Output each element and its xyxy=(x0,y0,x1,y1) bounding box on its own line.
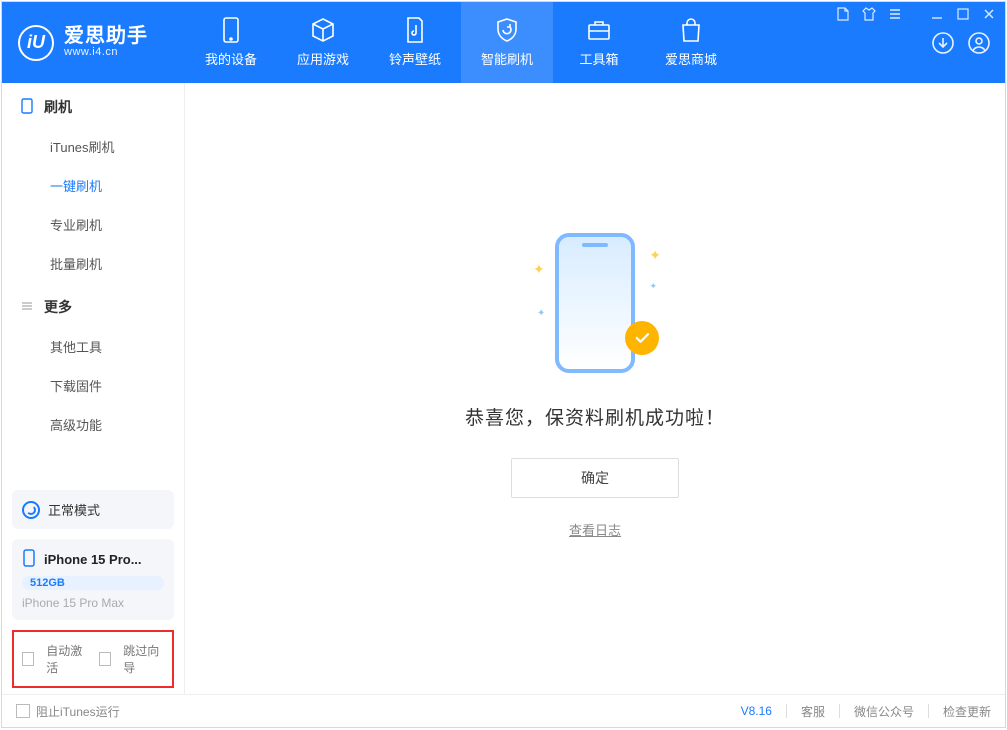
app-name: 爱思助手 xyxy=(64,26,148,47)
device-full-name: iPhone 15 Pro Max xyxy=(22,596,164,610)
main-content: ✦ ✦ ✦ ✦ 恭喜您，保资料刷机成功啦！ 确定 查看日志 xyxy=(185,83,1005,694)
nav-label: 应用游戏 xyxy=(297,49,349,68)
menu-icon[interactable] xyxy=(887,6,903,22)
sparkle-icon: ✦ xyxy=(533,261,545,278)
group-title: 刷机 xyxy=(44,97,72,117)
logo[interactable]: iU 爱思助手 www.i4.cn xyxy=(2,2,185,83)
music-file-icon xyxy=(402,17,428,43)
device-mode[interactable]: 正常模式 xyxy=(12,490,174,529)
sidebar-group-more: 更多 xyxy=(2,283,184,327)
phone-illustration-icon xyxy=(555,233,635,373)
mode-label: 正常模式 xyxy=(48,500,100,519)
phone-icon xyxy=(20,98,34,117)
success-message: 恭喜您，保资料刷机成功啦！ xyxy=(465,403,725,430)
success-illustration: ✦ ✦ ✦ ✦ xyxy=(535,233,655,373)
nav-label: 我的设备 xyxy=(205,49,257,68)
sidebar-group-flash: 刷机 xyxy=(2,83,184,127)
ok-button[interactable]: 确定 xyxy=(511,458,679,498)
feedback-icon[interactable] xyxy=(835,6,851,22)
view-log-link[interactable]: 查看日志 xyxy=(569,520,621,539)
nav-apps[interactable]: 应用游戏 xyxy=(277,2,369,83)
nav-label: 智能刷机 xyxy=(481,49,533,68)
more-icon xyxy=(20,299,34,316)
download-button[interactable] xyxy=(929,29,957,57)
app-url: www.i4.cn xyxy=(64,47,148,59)
auto-activate-checkbox[interactable] xyxy=(22,652,34,666)
skip-guide-checkbox[interactable] xyxy=(99,652,111,666)
nav-label: 铃声壁纸 xyxy=(389,49,441,68)
sparkle-icon: ✦ xyxy=(649,281,657,292)
cube-icon xyxy=(310,17,336,43)
support-link[interactable]: 客服 xyxy=(801,703,825,720)
nav-ringtones[interactable]: 铃声壁纸 xyxy=(369,2,461,83)
toolbox-icon xyxy=(586,17,612,43)
nav-flash[interactable]: 智能刷机 xyxy=(461,2,553,83)
skin-icon[interactable] xyxy=(861,6,877,22)
close-icon[interactable] xyxy=(981,6,997,22)
nav-my-device[interactable]: 我的设备 xyxy=(185,2,277,83)
device-card[interactable]: iPhone 15 Pro... 512GB iPhone 15 Pro Max xyxy=(12,539,174,620)
activation-options: 自动激活 跳过向导 xyxy=(12,630,174,688)
top-nav: 我的设备 应用游戏 铃声壁纸 智能刷机 工具箱 爱思商城 xyxy=(185,2,737,83)
shield-refresh-icon xyxy=(494,17,520,43)
sidebar-item-pro-flash[interactable]: 专业刷机 xyxy=(2,205,184,244)
sidebar: 刷机 iTunes刷机 一键刷机 专业刷机 批量刷机 更多 其他工具 下载固件 … xyxy=(2,83,185,694)
minimize-icon[interactable] xyxy=(929,6,945,22)
group-title: 更多 xyxy=(44,297,72,317)
sidebar-item-batch-flash[interactable]: 批量刷机 xyxy=(2,244,184,283)
maximize-icon[interactable] xyxy=(955,6,971,22)
block-itunes-label: 阻止iTunes运行 xyxy=(36,703,120,720)
sparkle-icon: ✦ xyxy=(537,308,545,319)
sidebar-item-itunes-flash[interactable]: iTunes刷机 xyxy=(2,127,184,166)
block-itunes-checkbox[interactable] xyxy=(16,704,30,718)
storage-badge: 512GB xyxy=(22,576,164,590)
sparkle-icon: ✦ xyxy=(649,247,661,264)
check-update-link[interactable]: 检查更新 xyxy=(943,703,991,720)
version-label: V8.16 xyxy=(741,704,772,718)
sidebar-item-advanced[interactable]: 高级功能 xyxy=(2,405,184,444)
device-icon xyxy=(218,17,244,43)
check-badge-icon xyxy=(625,321,659,355)
logo-icon: iU xyxy=(18,25,54,61)
nav-label: 工具箱 xyxy=(579,49,618,68)
skip-guide-label: 跳过向导 xyxy=(123,642,164,676)
auto-activate-label: 自动激活 xyxy=(46,642,87,676)
nav-store[interactable]: 爱思商城 xyxy=(645,2,737,83)
device-name-text: iPhone 15 Pro... xyxy=(44,552,142,567)
wechat-link[interactable]: 微信公众号 xyxy=(854,703,914,720)
nav-label: 爱思商城 xyxy=(665,49,717,68)
bag-icon xyxy=(678,17,704,43)
sidebar-item-download-fw[interactable]: 下载固件 xyxy=(2,366,184,405)
refresh-icon xyxy=(22,501,40,519)
footer: 阻止iTunes运行 V8.16 客服 微信公众号 检查更新 xyxy=(2,694,1005,727)
sidebar-item-other-tools[interactable]: 其他工具 xyxy=(2,327,184,366)
phone-outline-icon xyxy=(22,549,36,570)
sidebar-item-oneclick-flash[interactable]: 一键刷机 xyxy=(2,166,184,205)
account-button[interactable] xyxy=(965,29,993,57)
nav-toolbox[interactable]: 工具箱 xyxy=(553,2,645,83)
